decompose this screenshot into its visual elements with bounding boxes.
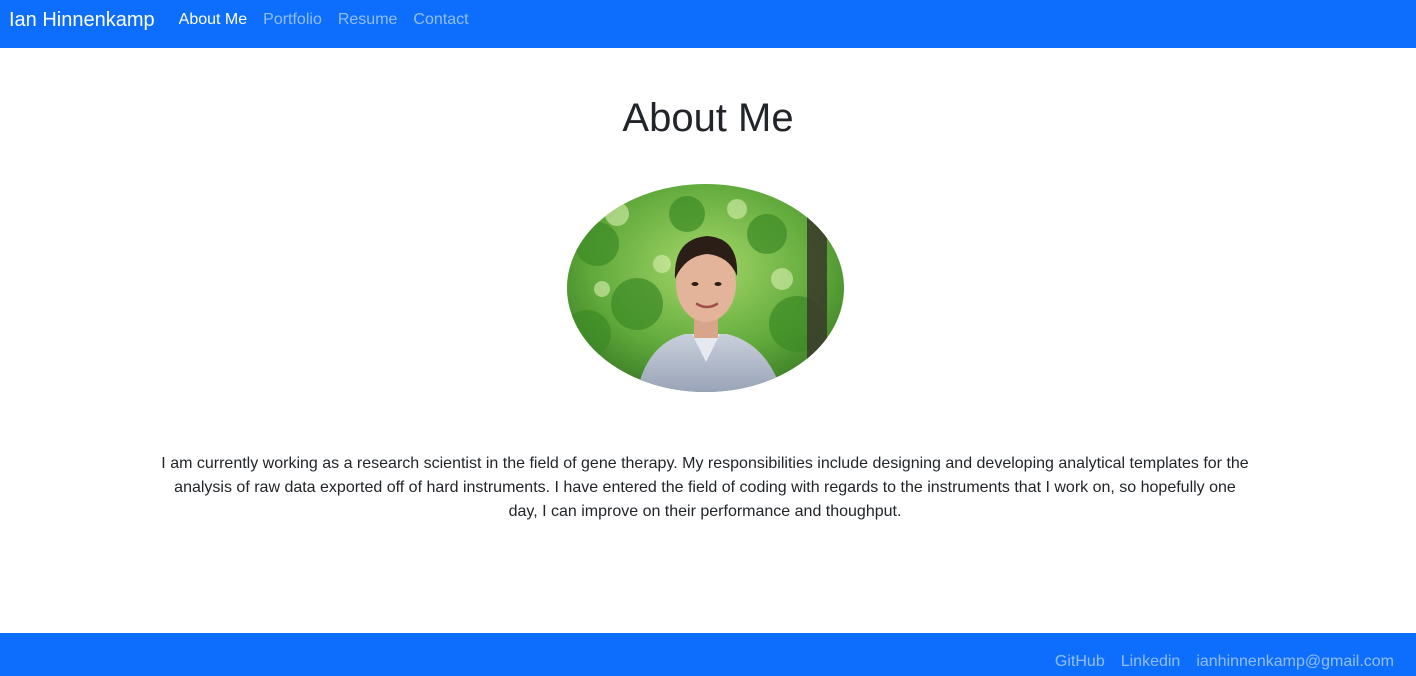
brand-link[interactable]: Ian Hinnenkamp (9, 10, 155, 30)
nav-link-contact[interactable]: Contact (405, 12, 476, 28)
nav-link-resume[interactable]: Resume (330, 12, 406, 28)
footer: GitHub Linkedin ianhinnenkamp@gmail.com (0, 633, 1416, 676)
navbar: Ian Hinnenkamp About Me Portfolio Resume… (0, 0, 1416, 48)
footer-link-linkedin[interactable]: Linkedin (1113, 653, 1189, 671)
page-title: About Me (622, 96, 794, 140)
footer-link-email[interactable]: ianhinnenkamp@gmail.com (1188, 653, 1402, 671)
nav-link-portfolio[interactable]: Portfolio (255, 12, 330, 28)
nav-link-about-me[interactable]: About Me (171, 12, 255, 28)
bio-paragraph: I am currently working as a research sci… (161, 455, 1249, 520)
nav-links: About Me Portfolio Resume Contact (171, 12, 477, 28)
footer-link-github[interactable]: GitHub (1047, 653, 1113, 671)
profile-photo (567, 184, 844, 392)
